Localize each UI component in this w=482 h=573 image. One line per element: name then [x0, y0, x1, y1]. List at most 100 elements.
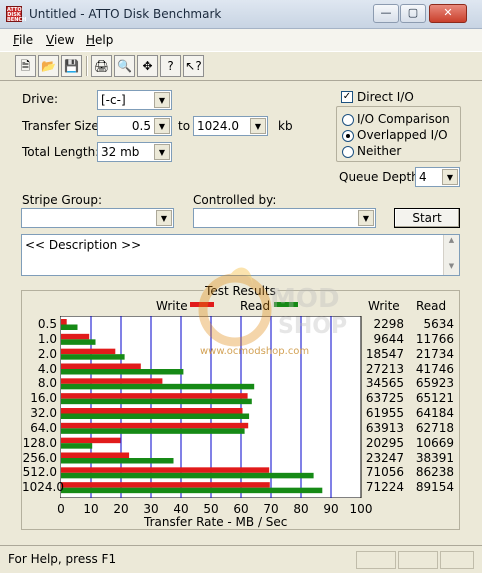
read-value: 11766	[415, 331, 454, 346]
x-tick-label: 70	[263, 502, 279, 516]
minimize-button[interactable]: —	[373, 4, 399, 23]
write-value: 63913	[365, 420, 404, 435]
overlapped-io-radio[interactable]	[342, 130, 354, 142]
x-tick-label: 30	[143, 502, 159, 516]
description-textarea[interactable]: << Description >> ▲ ▼	[21, 234, 460, 276]
transfer-size-label: 128.0	[22, 435, 57, 450]
stripe-group-select[interactable]: ▼	[21, 208, 174, 228]
read-value: 62718	[415, 420, 454, 435]
print-preview-icon[interactable]: 🔍	[114, 55, 135, 77]
transfer-size-label: 1.0	[37, 331, 57, 346]
scroll-down-icon[interactable]: ▼	[444, 262, 459, 274]
x-tick-label: 90	[323, 502, 339, 516]
read-bar	[61, 324, 78, 330]
close-button[interactable]: ✕	[429, 4, 467, 23]
read-bar	[61, 413, 250, 419]
read-bar	[61, 487, 323, 494]
scroll-up-icon[interactable]: ▲	[444, 236, 459, 248]
watermark-url: www.ocmodshop.com	[200, 346, 310, 357]
results-title: Test Results	[203, 284, 278, 298]
read-bar	[61, 428, 245, 434]
chevron-down-icon[interactable]: ▼	[250, 118, 266, 134]
transfer-from-value: 0.5	[131, 119, 151, 133]
io-comparison-radio[interactable]	[342, 114, 354, 126]
write-bar	[61, 333, 90, 340]
write-bar	[61, 363, 141, 369]
x-tick-label: 40	[173, 502, 189, 516]
transfer-size-label: Transfer Size:	[22, 119, 103, 133]
menu-view[interactable]: View	[46, 33, 74, 47]
chevron-down-icon[interactable]: ▼	[442, 169, 458, 185]
test-results-panel: Test Results Write Read Write Read 0.5 1.…	[21, 284, 460, 530]
read-bar	[61, 398, 252, 405]
move-icon[interactable]: ✥	[137, 55, 158, 77]
read-value: 41746	[415, 361, 454, 376]
write-bar	[61, 348, 116, 355]
transfer-to-select[interactable]: 1024.0 ▼	[193, 116, 268, 136]
transfer-to-label: to	[178, 119, 191, 133]
queue-depth-label: Queue Depth:	[339, 170, 423, 184]
context-help-icon[interactable]: ↖?	[183, 55, 204, 77]
maximize-button[interactable]: ▢	[400, 4, 426, 23]
drive-select[interactable]: [-c-] ▼	[97, 90, 172, 110]
menu-help[interactable]: Help	[86, 33, 113, 47]
save-icon[interactable]: 💾	[61, 55, 82, 77]
drive-value: [-c-]	[101, 93, 126, 107]
read-value: 89154	[415, 480, 454, 495]
transfer-to-value: 1024.0	[197, 119, 239, 133]
chevron-down-icon[interactable]: ▼	[358, 210, 374, 226]
title-bar[interactable]: ATTO DISK BENCH Untitled - ATTO Disk Ben…	[0, 0, 482, 29]
read-bar	[61, 458, 174, 464]
neither-radio[interactable]	[342, 146, 354, 158]
x-axis-label: Transfer Rate - MB / Sec	[144, 515, 288, 529]
write-column-header: Write	[368, 299, 400, 313]
x-tick-label: 20	[113, 502, 129, 516]
chevron-down-icon[interactable]: ▼	[154, 144, 170, 160]
write-value: 9644	[373, 331, 404, 346]
transfer-size-label: 16.0	[30, 391, 57, 406]
read-legend-label: Read	[240, 299, 271, 313]
x-tick-label: 60	[233, 502, 249, 516]
transfer-size-label: 64.0	[30, 420, 57, 435]
read-value: 64184	[415, 406, 454, 420]
read-value: 38391	[415, 450, 454, 465]
write-value: 61955	[365, 406, 404, 420]
description-scrollbar[interactable]: ▲ ▼	[443, 235, 459, 275]
write-value: 23247	[365, 450, 404, 465]
start-button[interactable]: Start	[394, 208, 460, 228]
print-icon[interactable]: 🖨	[91, 55, 112, 77]
new-icon[interactable]: 🗎	[15, 55, 36, 77]
controlled-by-select[interactable]: ▼	[193, 208, 376, 228]
direct-io-label: Direct I/O	[357, 90, 414, 104]
x-tick-label: 0	[57, 502, 65, 516]
write-value: 63725	[365, 391, 404, 406]
write-value: 20295	[365, 435, 404, 450]
help-icon[interactable]: ?	[160, 55, 181, 77]
transfer-from-select[interactable]: 0.5 ▼	[97, 116, 172, 136]
write-legend-label: Write	[156, 299, 188, 313]
read-value: 10669	[415, 435, 454, 450]
x-tick-label: 10	[83, 502, 99, 516]
read-value: 65923	[415, 376, 454, 391]
write-bar	[61, 437, 121, 444]
atto-app-icon[interactable]: ATTO DISK BENCH	[6, 6, 26, 23]
x-tick-label: 50	[203, 502, 219, 516]
transfer-size-label: 2.0	[37, 346, 57, 361]
open-icon[interactable]: 📂	[38, 55, 59, 77]
chevron-down-icon[interactable]: ▼	[156, 210, 172, 226]
total-length-label: Total Length:	[22, 145, 100, 159]
write-bar	[61, 452, 130, 458]
queue-depth-select[interactable]: 4 ▼	[415, 167, 460, 187]
direct-io-checkbox[interactable]: ✓	[341, 91, 353, 103]
read-bar	[61, 383, 255, 390]
chevron-down-icon[interactable]: ▼	[154, 118, 170, 134]
io-comparison-label: I/O Comparison	[357, 112, 450, 126]
read-value: 65121	[415, 391, 454, 406]
menu-file[interactable]: File	[13, 33, 33, 47]
read-value: 5634	[423, 317, 454, 331]
write-bar	[61, 393, 248, 399]
read-bar	[61, 354, 125, 360]
chevron-down-icon[interactable]: ▼	[154, 92, 170, 108]
description-text: << Description >>	[25, 238, 142, 252]
total-length-select[interactable]: 32 mb ▼	[97, 142, 172, 162]
